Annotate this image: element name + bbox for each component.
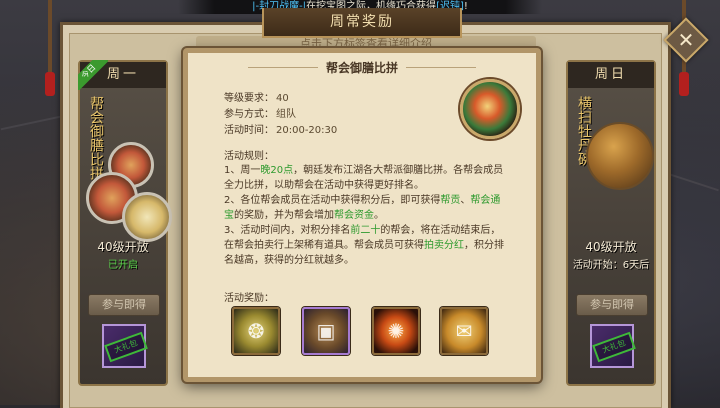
time-value: 20:00-20:30 [276, 125, 338, 136]
day-card-sunday[interactable]: 周日 横扫牡丹碗 40级开放 活动开始：6天后 参与即得 大礼包 [566, 60, 656, 386]
gift-pack-stamp: 大礼包 [592, 331, 636, 363]
mode-value: 组队 [276, 109, 296, 120]
time-label: 活动时间： [224, 125, 274, 136]
gift-pack-icon[interactable]: 大礼包 [590, 324, 636, 368]
flame-orb-icon[interactable]: ✺ [372, 307, 420, 355]
scroll-icon[interactable]: ✉ [440, 307, 488, 355]
rule-2: 2、各位帮会成员在活动中获得积分后，即可获得帮贡、帮会通宝的奖励，并为帮会增加帮… [224, 195, 501, 221]
ball-illustration [586, 122, 654, 190]
level-requirement: 40级开放 [585, 240, 637, 254]
today-badge: 今日 [78, 60, 108, 90]
rule-1: 1、周一晚20点，朝廷发布江湖各大帮派御膳比拼。各帮会成员全力比拼，以助帮会在活… [224, 165, 504, 191]
rules-text: 1、周一晚20点，朝廷发布江湖各大帮派御膳比拼。各帮会成员全力比拼，以助帮会在活… [224, 163, 510, 268]
mode-label: 参与方式： [224, 109, 274, 120]
level-label: 等级要求： [224, 93, 274, 104]
rules-title: 活动规则： [224, 151, 274, 162]
level-requirement: 40级开放 [97, 240, 149, 254]
join-reward-button[interactable]: 参与即得 [88, 294, 160, 316]
gift-pack-icon[interactable]: 大礼包 [102, 324, 148, 368]
join-reward-button[interactable]: 参与即得 [576, 294, 648, 316]
popup-title: 帮会御膳比拼 [188, 59, 536, 76]
dish-icon [122, 192, 172, 242]
window-title: 周常奖励 [262, 8, 462, 38]
event-status: 已开启 [108, 260, 138, 271]
gift-pack-stamp: 大礼包 [104, 331, 148, 363]
event-status: 活动开始：6天后 [572, 260, 650, 271]
dishes-illustration [86, 142, 172, 252]
participation-row: 参与方式： 组队 [224, 105, 296, 120]
event-time-row: 活动时间： 20:00-20:30 [224, 121, 337, 136]
treasure-chest-icon[interactable]: ▣ [302, 307, 350, 355]
rule-3: 3、活动时间内，对积分排名前二十的帮会，将在活动结束后，在帮会拍卖行上架稀有道具… [224, 225, 504, 266]
ticker-suffix: ! [463, 1, 468, 12]
day-card-monday[interactable]: 今日 周一 帮会御膳比拼 40级开放 已开启 参与即得 大礼包 [78, 60, 172, 386]
tassel-decoration [45, 0, 55, 96]
event-detail-popup: 帮会御膳比拼 等级要求： 40 参与方式： 组队 活动时间： 20:00-20:30 … [183, 48, 541, 382]
level-value: 40 [276, 93, 289, 104]
rewards-title: 活动奖励： [224, 293, 274, 304]
close-icon: ✕ [677, 28, 695, 52]
jade-token-icon[interactable]: ❂ [232, 307, 280, 355]
level-requirement-row: 等级要求： 40 [224, 89, 289, 104]
event-icon [460, 79, 520, 139]
day-label: 周日 [568, 62, 654, 88]
